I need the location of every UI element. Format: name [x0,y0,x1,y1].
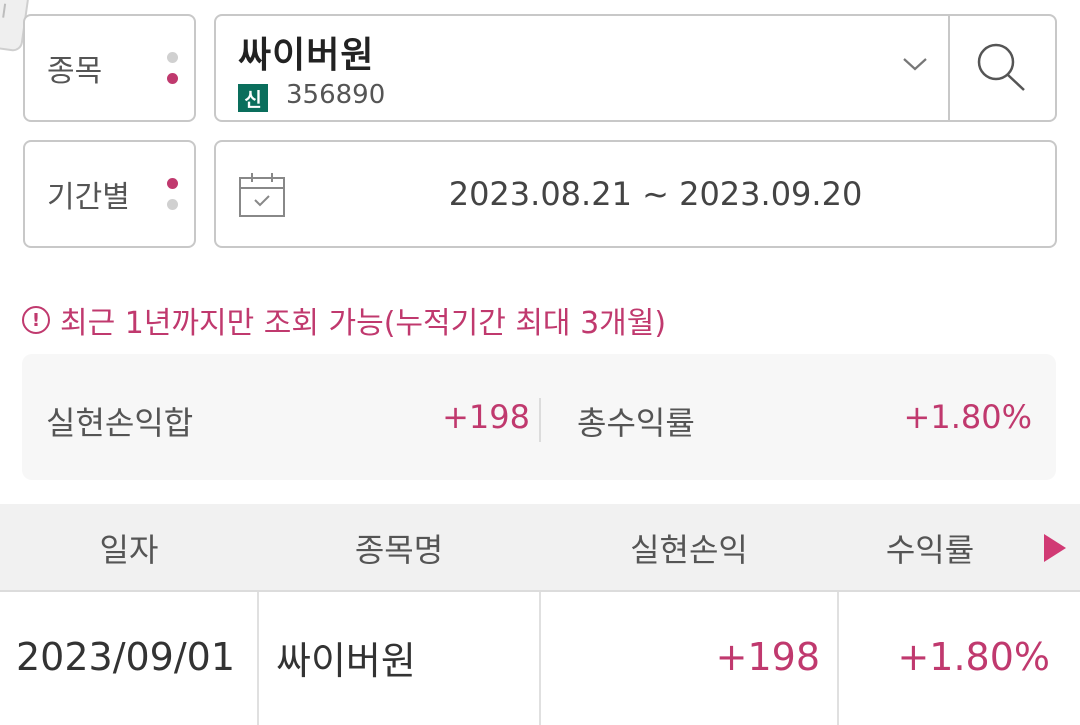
column-divider [257,592,259,725]
dot-inactive [167,52,178,63]
chevron-down-icon[interactable] [902,54,928,74]
column-header-name: 종목명 [354,531,444,569]
cell-name: 싸이버원 [276,638,416,683]
next-columns-arrow-icon[interactable] [1044,534,1066,562]
date-range-text: 2023.08.21 ~ 2023.09.20 [448,175,863,213]
stock-label: 종목 [47,54,103,89]
new-listing-badge: 신 [238,84,268,112]
calendar-icon[interactable] [238,172,286,218]
period-label-box[interactable]: 기간별 [23,140,196,248]
info-icon: ! [22,306,50,334]
dot-active [167,178,178,189]
date-range-field[interactable]: 2023.08.21 ~ 2023.09.20 [214,140,1057,248]
column-header-date: 일자 [99,531,159,569]
period-label-dots [167,178,178,210]
realized-pl-value: +198 [442,398,530,436]
stock-select[interactable]: 싸이버원 신 356890 [214,14,1057,122]
stock-label-box[interactable]: 종목 [23,14,196,122]
total-return-label: 총수익률 [577,404,695,442]
column-divider [539,592,541,725]
cell-realized-pl: +198 [715,635,820,679]
total-return-value: +1.80% [903,398,1032,436]
stock-name: 싸이버원 [238,35,375,76]
dot-active [167,73,178,84]
summary-divider [539,398,541,442]
stock-code: 356890 [286,80,386,110]
summary-panel: 실현손익합 +198 총수익률 +1.80% [22,354,1056,480]
realized-pl-label: 실현손익합 [46,404,194,442]
column-divider [837,592,839,725]
search-button[interactable] [950,16,1054,120]
search-icon [977,43,1025,91]
stock-label-dots [167,52,178,84]
dot-inactive [167,199,178,210]
column-header-return-rate: 수익률 [885,531,975,569]
column-header-realized-pl: 실현손익 [630,531,748,569]
notice-text: 최근 1년까지만 조회 가능(누적기간 최대 3개월) [60,306,667,341]
cell-return-rate: +1.80% [897,635,1050,679]
query-limit-notice: ! 최근 1년까지만 조회 가능(누적기간 최대 3개월) [22,298,666,342]
table-header: 일자 종목명 실현손익 수익률 [0,504,1080,592]
cell-date: 2023/09/01 [16,635,236,679]
period-label: 기간별 [47,180,130,215]
